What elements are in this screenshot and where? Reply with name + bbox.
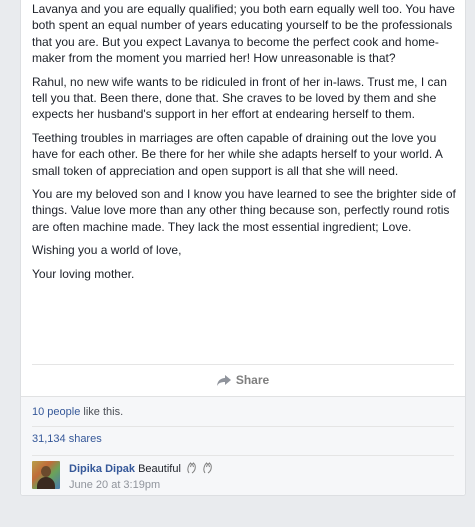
likes-suffix: like this.: [80, 406, 124, 418]
likes-summary: 10 people like this.: [32, 403, 454, 421]
shares-link[interactable]: 31,134 shares: [32, 433, 102, 445]
share-button[interactable]: Share: [216, 373, 270, 387]
clapping-hands-icon: [203, 462, 213, 474]
clapping-hands-icon: [187, 462, 197, 474]
post-footer: 10 people like this. 31,134 shares Dipik…: [21, 396, 465, 495]
comment-text: Beautiful: [138, 463, 181, 475]
post-action-bar: Share: [32, 364, 454, 395]
post-paragraph: Teething troubles in marriages are often…: [32, 130, 443, 178]
likes-link[interactable]: 10 people: [32, 406, 80, 418]
share-arrow-icon: [216, 374, 231, 386]
shares-summary: 31,134 shares: [32, 426, 454, 451]
comment-content: Dipika Dipak Beautiful June 20 at 3:19pm: [69, 462, 213, 491]
avatar[interactable]: [32, 461, 60, 489]
comment: Dipika Dipak Beautiful June 20 at 3:19pm: [32, 455, 454, 496]
post-paragraph: You are my beloved son and I know you ha…: [32, 187, 456, 234]
share-label: Share: [235, 373, 270, 387]
comment-author[interactable]: Dipika Dipak: [69, 463, 135, 475]
comment-timestamp: June 20 at 3:19pm: [69, 479, 213, 491]
post-paragraph: Rahul, no new wife wants to be ridiculed…: [32, 74, 447, 122]
comment-timestamp-link[interactable]: June 20 at 3:19pm: [69, 479, 160, 491]
post-paragraph: Wishing you a world of love,: [32, 243, 182, 258]
post-body: Lavanya and you are equally qualified; y…: [21, 1, 465, 282]
post-paragraph: Your loving mother.: [32, 266, 135, 281]
post-paragraph: Lavanya and you are equally qualified; y…: [32, 2, 455, 66]
post-card: Lavanya and you are equally qualified; y…: [20, 0, 466, 496]
